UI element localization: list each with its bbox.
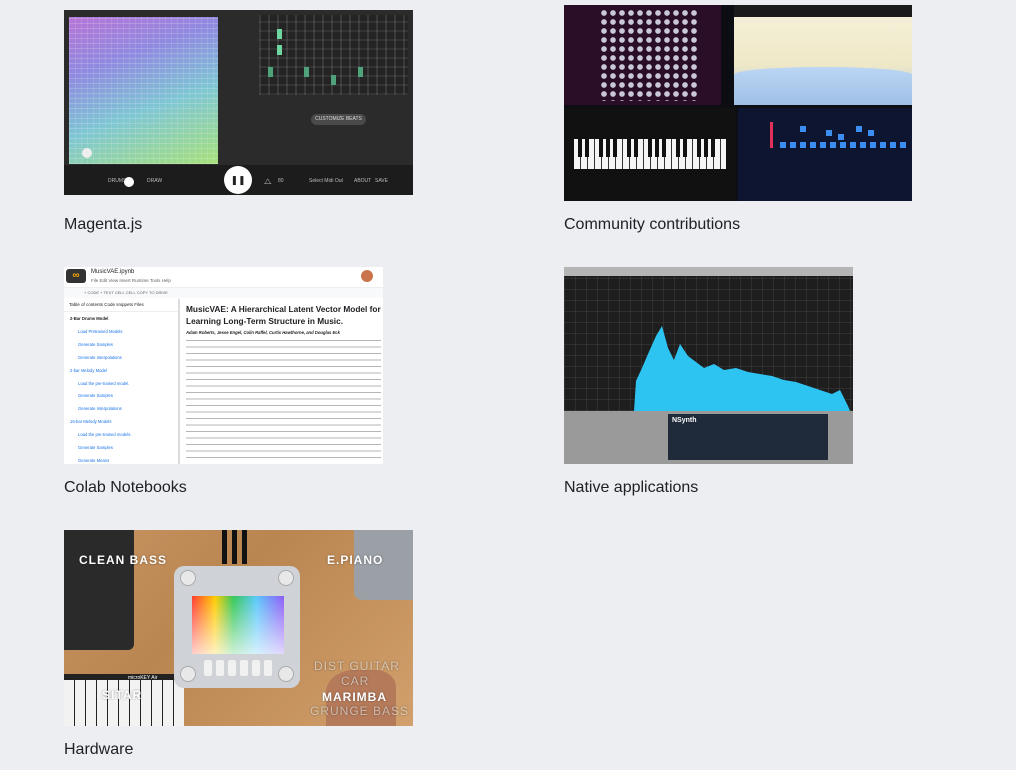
colab-header: ∞ MusicVAE.ipynb File Edit View Insert R… xyxy=(64,267,383,288)
toc-list: 2-Bar Drums Model Load Pretrained Models… xyxy=(64,313,178,464)
colorful-grid xyxy=(69,17,218,164)
daw-toolbar xyxy=(564,267,853,276)
notebook-file-name: MusicVAE.ipynb xyxy=(91,269,135,275)
card-caption[interactable]: Colab Notebooks xyxy=(64,479,187,497)
card-caption[interactable]: Hardware xyxy=(64,741,133,759)
magenta-js-thumbnail[interactable]: CUSTOMIZE BEATS DRUMS DRAW ❚❚ ⧍ 80 Selec… xyxy=(64,10,413,195)
toc-item: Generate Interpolations xyxy=(78,406,122,412)
instrument-label: DIST GUITAR xyxy=(314,659,400,673)
spectrum-graph xyxy=(634,326,850,411)
cable xyxy=(232,530,237,564)
sequencer-app-screenshot xyxy=(738,108,912,201)
toc-item: 16-bar Melody Models xyxy=(70,419,112,425)
magenta-bottom-bar: DRUMS DRAW ❚❚ ⧍ 80 Select Midi Out ABOUT… xyxy=(64,165,413,195)
corner-knob xyxy=(180,570,196,586)
cable xyxy=(242,530,247,564)
nsynth-plugin-name: NSynth xyxy=(672,417,697,424)
toc-item: Generate Samples xyxy=(78,393,113,399)
grid-cursor xyxy=(82,148,92,158)
notebook-toolbar: + CODE + TEXT CELL CELL COPY TO DRIVE xyxy=(64,288,383,298)
instrument-label: CLEAN BASS xyxy=(79,553,168,567)
instrument-label: CAR xyxy=(341,674,370,688)
fader xyxy=(204,660,212,676)
metronome-icon: ⧍ xyxy=(264,177,272,186)
instrument-label: E.PIANO xyxy=(327,553,384,567)
card-caption[interactable]: Magenta.js xyxy=(64,216,142,234)
toc-item: Load Pretrained Models xyxy=(78,328,123,334)
toc-item: Generate Samples xyxy=(78,341,113,347)
fader xyxy=(252,660,260,676)
keyboard-keys xyxy=(64,680,184,726)
toc-item: 2-bar Melody Model xyxy=(70,367,108,373)
native-applications-thumbnail[interactable]: NSynth xyxy=(564,267,853,464)
fader xyxy=(216,660,224,676)
sidebar-tabs-text: Table of contents Code snippets Files xyxy=(69,302,144,307)
cable xyxy=(222,530,227,564)
drum-machine-screenshot xyxy=(564,5,721,105)
notebook-content: MusicVAE: A Hierarchical Latent Vector M… xyxy=(184,301,383,464)
toc-item: Generate Interpolations xyxy=(78,354,122,360)
keyboard-label: microKEY Air xyxy=(128,675,158,681)
card-caption[interactable]: Native applications xyxy=(564,479,698,497)
toc-item: Load the pre-trained models. xyxy=(78,432,132,438)
instrument-label: GRUNGE BASS xyxy=(310,704,410,718)
toc-item: Load the pre-trained model. xyxy=(78,380,130,386)
toc-item: Generate Means xyxy=(78,457,110,463)
beat-sequencer xyxy=(259,15,408,95)
toolbar-text: + CODE + TEXT CELL CELL COPY TO DRIVE xyxy=(84,290,168,295)
corner-knob xyxy=(278,666,294,682)
instrument-label: MARIMBA xyxy=(322,690,387,704)
mixer-device xyxy=(64,530,134,650)
notebook-authors: Adam Roberts, Jesse Engel, Colin Raffel,… xyxy=(186,330,340,335)
corner-knob xyxy=(278,570,294,586)
about-label: ABOUT xyxy=(354,178,372,184)
corner-knob xyxy=(180,666,196,682)
touch-screen-overlay xyxy=(192,596,284,654)
save-label: SAVE xyxy=(375,178,388,184)
hardware-thumbnail[interactable]: microKEY Air CLEAN BASS E.PIANO SITAR MA… xyxy=(64,530,413,726)
fader xyxy=(228,660,236,676)
piano-app-screenshot xyxy=(564,108,736,201)
avatar xyxy=(361,270,373,282)
instrument-label: SITAR xyxy=(102,688,143,702)
colab-logo-icon: ∞ xyxy=(66,269,86,283)
notebook-body-text xyxy=(186,337,381,462)
table-of-contents-panel: Table of contents Code snippets Files 2-… xyxy=(64,299,180,464)
card-caption[interactable]: Community contributions xyxy=(564,216,740,234)
tempo-label: 80 xyxy=(278,178,284,184)
midi-out-label: Select Midi Out xyxy=(309,178,343,184)
community-contributions-thumbnail[interactable] xyxy=(564,5,912,201)
spectrum-display xyxy=(564,276,853,411)
pause-icon: ❚❚ xyxy=(224,166,252,194)
fader xyxy=(264,660,272,676)
draw-label: DRAW xyxy=(147,178,163,184)
notebook-heading: MusicVAE: A Hierarchical Latent Vector M… xyxy=(186,304,381,326)
toc-item: 2-Bar Drums Model xyxy=(70,316,109,321)
toc-item: Generate Samples xyxy=(78,445,113,451)
notebook-menu: File Edit View Insert Runtime Tools Help xyxy=(91,278,171,283)
fader xyxy=(240,660,248,676)
toggle-knob xyxy=(124,177,134,187)
customize-beats-button: CUSTOMIZE BEATS xyxy=(311,114,366,125)
sidebar-tabs: Table of contents Code snippets Files xyxy=(64,299,178,312)
colab-notebooks-thumbnail[interactable]: ∞ MusicVAE.ipynb File Edit View Insert R… xyxy=(64,267,383,464)
landscape-app-screenshot xyxy=(734,5,912,105)
